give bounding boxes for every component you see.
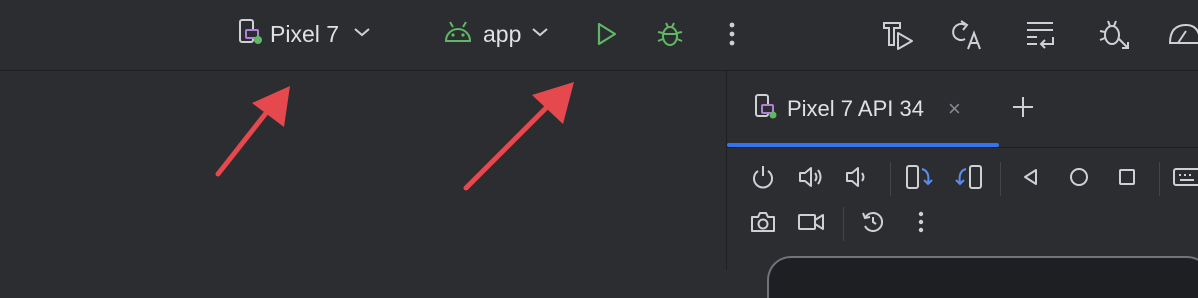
editor-area bbox=[0, 71, 726, 270]
run-config-selector[interactable]: app bbox=[443, 16, 549, 52]
sync-button[interactable] bbox=[1020, 14, 1060, 54]
record-icon bbox=[796, 210, 826, 239]
volume-up-icon bbox=[797, 164, 825, 195]
device-icon bbox=[236, 18, 262, 51]
keyboard-icon bbox=[1171, 165, 1198, 194]
device-selector[interactable]: Pixel 7 bbox=[236, 16, 371, 52]
run-button[interactable] bbox=[586, 14, 626, 54]
rotate-left-button[interactable] bbox=[901, 161, 937, 197]
rotate-right-button[interactable] bbox=[951, 161, 987, 197]
more-vert-icon bbox=[917, 210, 925, 239]
profiler-icon bbox=[1166, 17, 1198, 51]
debug-icon bbox=[655, 19, 685, 49]
more-vert-icon bbox=[728, 21, 736, 47]
overview-button[interactable] bbox=[1109, 161, 1145, 197]
bug-arrow-icon bbox=[1097, 17, 1131, 51]
tab-label: Pixel 7 API 34 bbox=[787, 96, 924, 121]
home-button[interactable] bbox=[1061, 161, 1097, 197]
main-toolbar: Pixel 7 app bbox=[0, 0, 1198, 71]
more-options-button[interactable] bbox=[903, 206, 939, 242]
debug-button[interactable] bbox=[650, 14, 690, 54]
reset-icon bbox=[860, 209, 886, 240]
code-translate-icon bbox=[951, 17, 985, 51]
device-selector-label: Pixel 7 bbox=[270, 20, 340, 47]
build-icon bbox=[881, 17, 915, 51]
chevron-down-icon bbox=[353, 25, 371, 43]
device-icon bbox=[753, 93, 777, 126]
debug-attach-button[interactable] bbox=[1094, 14, 1134, 54]
device-frame bbox=[767, 256, 1198, 298]
volume-down-icon bbox=[844, 164, 870, 195]
rotate-left-icon bbox=[904, 163, 934, 196]
build-button[interactable] bbox=[878, 14, 918, 54]
more-options-button[interactable] bbox=[712, 14, 752, 54]
screen-record-button[interactable] bbox=[793, 206, 829, 242]
home-icon bbox=[1068, 166, 1090, 193]
run-icon bbox=[593, 21, 619, 47]
snapshot-reset-button[interactable] bbox=[855, 206, 891, 242]
run-config-label: app bbox=[483, 20, 522, 47]
power-icon bbox=[750, 164, 776, 195]
back-button[interactable] bbox=[1013, 161, 1049, 197]
profiler-button[interactable] bbox=[1166, 14, 1198, 54]
android-icon bbox=[443, 20, 473, 49]
translate-button[interactable] bbox=[948, 14, 988, 54]
toolbar-separator bbox=[890, 162, 891, 196]
keyboard-button[interactable] bbox=[1171, 161, 1198, 197]
close-icon[interactable]: × bbox=[948, 96, 961, 122]
rotate-right-icon bbox=[954, 163, 984, 196]
running-devices-panel: Pixel 7 API 34 × bbox=[727, 71, 1198, 298]
toolbar-separator bbox=[1000, 162, 1001, 196]
sync-icon bbox=[1023, 17, 1057, 51]
add-device-button[interactable] bbox=[1007, 91, 1039, 127]
device-tab-bar: Pixel 7 API 34 × bbox=[727, 71, 1198, 148]
volume-up-button[interactable] bbox=[793, 161, 829, 197]
volume-down-button[interactable] bbox=[839, 161, 875, 197]
chevron-down-icon bbox=[531, 25, 549, 43]
toolbar-separator bbox=[843, 207, 844, 241]
power-button[interactable] bbox=[745, 161, 781, 197]
toolbar-separator bbox=[1159, 162, 1160, 196]
back-icon bbox=[1021, 167, 1041, 192]
screenshot-button[interactable] bbox=[745, 206, 781, 242]
camera-icon bbox=[749, 209, 777, 240]
active-tab-indicator bbox=[727, 143, 999, 147]
add-icon bbox=[1011, 95, 1035, 124]
tab-pixel-7-api-34[interactable]: Pixel 7 API 34 × bbox=[727, 71, 999, 147]
overview-icon bbox=[1117, 167, 1137, 192]
